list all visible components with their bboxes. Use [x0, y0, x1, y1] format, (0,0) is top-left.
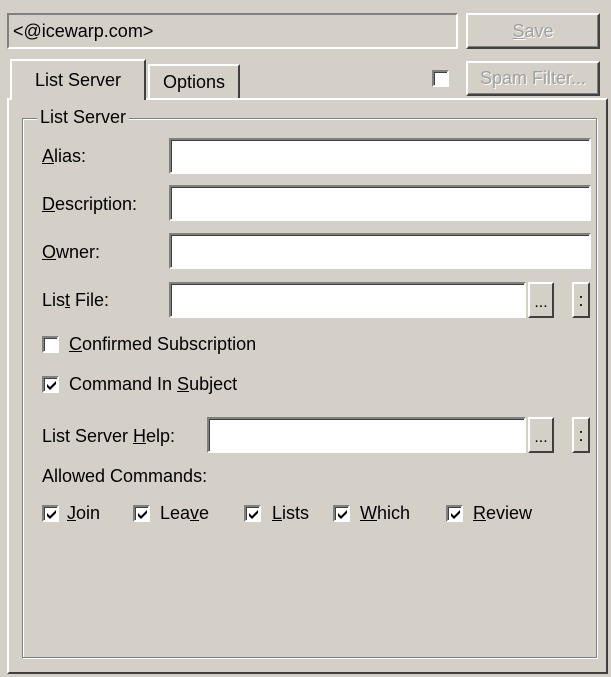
check-icon — [249, 510, 258, 519]
leave-label: Leave — [160, 503, 210, 523]
description-input[interactable] — [169, 185, 591, 221]
lists-checkbox[interactable] — [244, 505, 261, 522]
command-in-subject-checkbox[interactable] — [42, 376, 59, 393]
spam-filter-button-label: Spam Filter... — [479, 68, 587, 88]
review-checkbox[interactable] — [446, 505, 463, 522]
list-server-help-browse-button[interactable]: ... — [528, 417, 554, 453]
owner-input[interactable] — [169, 233, 591, 269]
join-checkbox[interactable] — [42, 505, 59, 522]
review-label: Review — [473, 503, 533, 523]
list-server-help-label: List Server Help: — [42, 426, 176, 446]
list-server-help-browse-label: ... — [534, 429, 548, 446]
check-icon — [451, 510, 460, 519]
check-icon — [138, 510, 147, 519]
check-icon — [47, 381, 56, 390]
account-display-field: <@icewarp.com> — [7, 13, 458, 49]
spam-filter-button[interactable]: Spam Filter... — [466, 61, 600, 96]
list-server-help-more-label: : — [578, 424, 584, 445]
owner-label: Owner: — [42, 242, 101, 262]
confirmed-subscription-checkbox[interactable] — [42, 336, 59, 353]
list-file-browse-button[interactable]: ... — [528, 282, 554, 318]
save-button-label: Save — [512, 20, 554, 41]
list-server-help-more-button[interactable]: : — [572, 417, 590, 453]
list-file-more-button[interactable]: : — [572, 282, 590, 318]
check-icon — [47, 510, 56, 519]
tab-list-server-label: List Server — [34, 70, 122, 90]
which-checkbox[interactable] — [333, 505, 350, 522]
lists-label: Lists — [272, 503, 310, 523]
alias-input[interactable] — [169, 138, 591, 174]
description-label: Description: — [42, 194, 138, 214]
check-icon — [338, 510, 347, 519]
alias-label: Alias: — [42, 146, 87, 166]
confirmed-subscription-label: Confirmed Subscription — [69, 334, 257, 354]
save-button[interactable]: Save — [466, 13, 600, 49]
list-file-more-label: : — [578, 289, 584, 310]
list-server-help-input[interactable] — [207, 417, 526, 453]
which-label: Which — [360, 503, 411, 523]
join-label: Join — [67, 503, 101, 523]
list-file-label: List File: — [42, 290, 110, 310]
command-in-subject-label: Command In Subject — [69, 374, 238, 394]
groupbox-legend: List Server — [37, 106, 130, 128]
tab-options[interactable]: Options — [148, 64, 240, 98]
list-file-input[interactable] — [169, 282, 526, 318]
leave-checkbox[interactable] — [133, 505, 150, 522]
list-file-browse-label: ... — [534, 294, 548, 311]
tab-options-label: Options — [162, 71, 226, 92]
allowed-commands-label: Allowed Commands: — [42, 466, 208, 486]
tab-list-server[interactable]: List Server — [10, 59, 146, 100]
spam-filter-checkbox[interactable] — [432, 70, 449, 87]
